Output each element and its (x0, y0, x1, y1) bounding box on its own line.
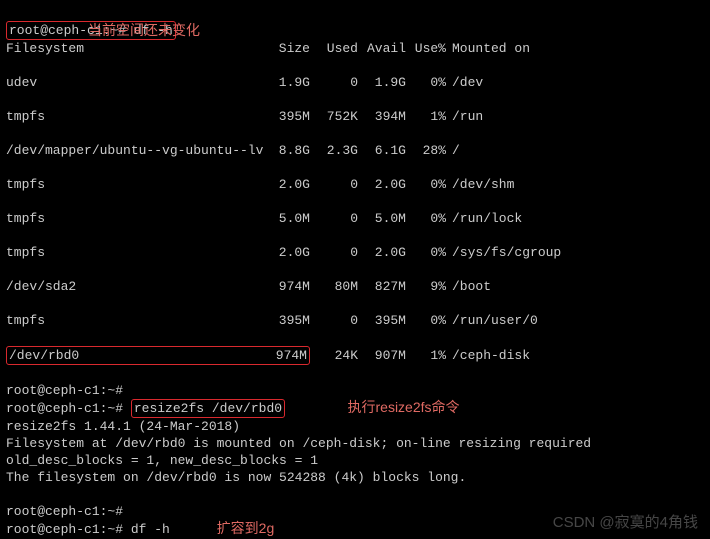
df1-row-rbd0: /dev/rbd0974M24K907M1%/ceph-disk (6, 346, 704, 365)
prompt-empty: root@ceph-c1:~# (6, 504, 123, 519)
df1-row: tmpfs2.0G02.0G0%/dev/shm (6, 176, 704, 193)
df1-row: tmpfs395M0395M0%/run/user/0 (6, 312, 704, 329)
df1-header: FilesystemSizeUsedAvailUse%Mounted on (6, 40, 704, 57)
prompt-df-2: root@ceph-c1:~# df -h 扩容到2g (6, 522, 274, 537)
df1-row: /dev/mapper/ubuntu--vg-ubuntu--lv8.8G2.3… (6, 142, 704, 159)
prompt-empty: root@ceph-c1:~# (6, 383, 123, 398)
annotation-resize: 执行resize2fs命令 (348, 399, 460, 415)
df1-row: tmpfs395M752K394M1%/run (6, 108, 704, 125)
df1-row: /dev/sda2974M80M827M9%/boot (6, 278, 704, 295)
resize-output-line: old_desc_blocks = 1, new_desc_blocks = 1 (6, 453, 318, 468)
df1-row: tmpfs5.0M05.0M0%/run/lock (6, 210, 704, 227)
resize-output-line: Filesystem at /dev/rbd0 is mounted on /c… (6, 436, 591, 451)
prompt-resize: root@ceph-c1:~# resize2fs /dev/rbd0 执行re… (6, 401, 460, 416)
df1-row: udev1.9G01.9G0%/dev (6, 74, 704, 91)
annotation-no-change: 当前空间还未变化 (88, 22, 200, 39)
df1-row: tmpfs2.0G02.0G0%/sys/fs/cgroup (6, 244, 704, 261)
highlight-rbd0-before: /dev/rbd0974M (6, 346, 310, 365)
resize-output-line: The filesystem on /dev/rbd0 is now 52428… (6, 470, 466, 485)
highlight-resize-cmd: resize2fs /dev/rbd0 (131, 399, 285, 418)
annotation-expand: 扩容到2g (217, 520, 275, 536)
resize-output-line: resize2fs 1.44.1 (24-Mar-2018) (6, 419, 240, 434)
blank-line (6, 487, 14, 502)
terminal-output: root@ceph-c1:~# df -h FilesystemSizeUsed… (0, 0, 710, 539)
